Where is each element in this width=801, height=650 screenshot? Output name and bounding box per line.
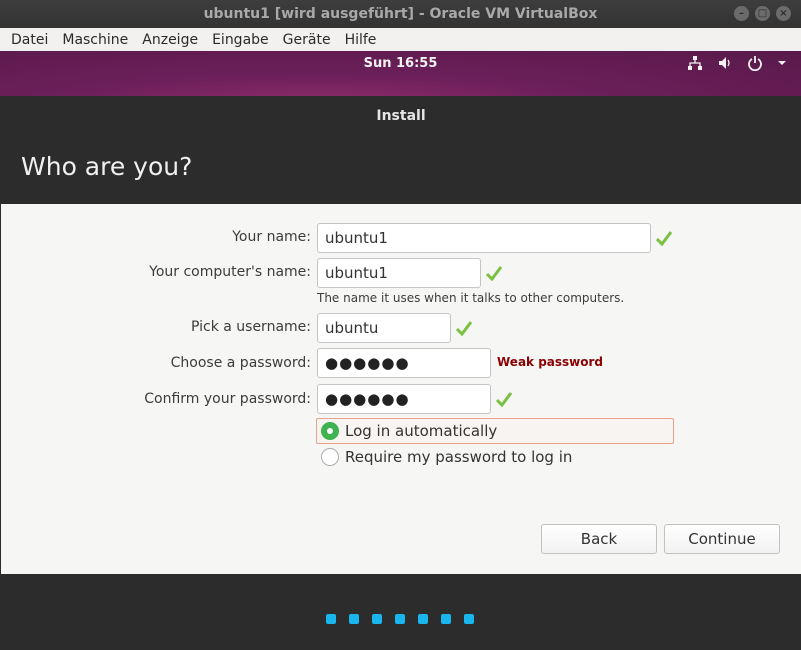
installer-window: Install Who are you? Your name: ubuntu1 … — [1, 98, 801, 650]
menu-geraete[interactable]: Geräte — [276, 32, 338, 48]
computer-name-field[interactable]: ubuntu1 — [317, 258, 481, 288]
installer-form: Your name: ubuntu1 Your computer's name:… — [1, 204, 801, 574]
power-icon[interactable] — [747, 55, 763, 71]
login-auto-option[interactable]: Log in automatically — [316, 418, 674, 444]
progress-step-dot — [326, 614, 336, 624]
computer-name-valid-check-icon — [486, 266, 502, 281]
login-auto-radio[interactable] — [321, 422, 339, 440]
progress-step-dot — [418, 614, 428, 624]
password-field[interactable]: ●●●●●● — [317, 348, 491, 378]
volume-icon[interactable] — [717, 55, 733, 71]
login-auto-label: Log in automatically — [345, 422, 498, 440]
computer-name-hint: The name it uses when it talks to other … — [317, 291, 625, 305]
installer-footer — [1, 574, 801, 650]
virtualbox-menubar: Datei Maschine Anzeige Eingabe Geräte Hi… — [0, 28, 801, 51]
confirm-password-field[interactable]: ●●●●●● — [317, 384, 491, 414]
virtualbox-titlebar: ubuntu1 [wird ausgeführt] - Oracle VM Vi… — [0, 0, 801, 28]
password-strength-label: Weak password — [497, 355, 604, 369]
progress-step-dot — [441, 614, 451, 624]
login-require-radio[interactable] — [321, 448, 339, 466]
progress-step-dot — [464, 614, 474, 624]
installer-header: Install Who are you? — [1, 98, 801, 204]
menu-anzeige[interactable]: Anzeige — [135, 32, 205, 48]
username-label: Pick a username: — [190, 319, 311, 335]
username-valid-check-icon — [456, 321, 472, 336]
login-require-option[interactable]: Require my password to log in — [321, 447, 572, 467]
menu-maschine[interactable]: Maschine — [55, 32, 135, 48]
progress-step-dot — [372, 614, 382, 624]
minimize-icon[interactable]: – — [734, 6, 749, 21]
name-label: Your name: — [232, 229, 311, 245]
username-field[interactable]: ubuntu — [317, 313, 451, 343]
name-valid-check-icon — [656, 231, 672, 246]
window-controls: – □ × — [734, 6, 791, 21]
panel-clock[interactable]: Sun 16:55 — [0, 56, 801, 71]
network-icon[interactable] — [687, 55, 703, 71]
menu-eingabe[interactable]: Eingabe — [205, 32, 276, 48]
chevron-down-icon[interactable] — [777, 58, 787, 68]
computer-name-label: Your computer's name: — [149, 264, 311, 280]
confirm-valid-check-icon — [496, 392, 512, 407]
login-require-label: Require my password to log in — [345, 448, 573, 466]
maximize-icon[interactable]: □ — [755, 6, 770, 21]
ubuntu-top-panel: Sun 16:55 — [0, 51, 801, 96]
close-icon[interactable]: × — [776, 6, 791, 21]
page-title: Who are you? — [21, 152, 193, 181]
back-button[interactable]: Back — [541, 524, 657, 554]
menu-datei[interactable]: Datei — [4, 32, 55, 48]
progress-step-dot — [349, 614, 359, 624]
window-title: ubuntu1 [wird ausgeführt] - Oracle VM Vi… — [203, 6, 598, 22]
system-tray[interactable] — [687, 55, 787, 71]
progress-indicator — [326, 614, 474, 624]
installer-title: Install — [376, 108, 426, 124]
name-field[interactable]: ubuntu1 — [317, 223, 651, 253]
progress-step-dot — [395, 614, 405, 624]
continue-button[interactable]: Continue — [664, 524, 780, 554]
password-label: Choose a password: — [170, 355, 311, 371]
menu-hilfe[interactable]: Hilfe — [338, 32, 384, 48]
confirm-password-label: Confirm your password: — [144, 391, 311, 407]
